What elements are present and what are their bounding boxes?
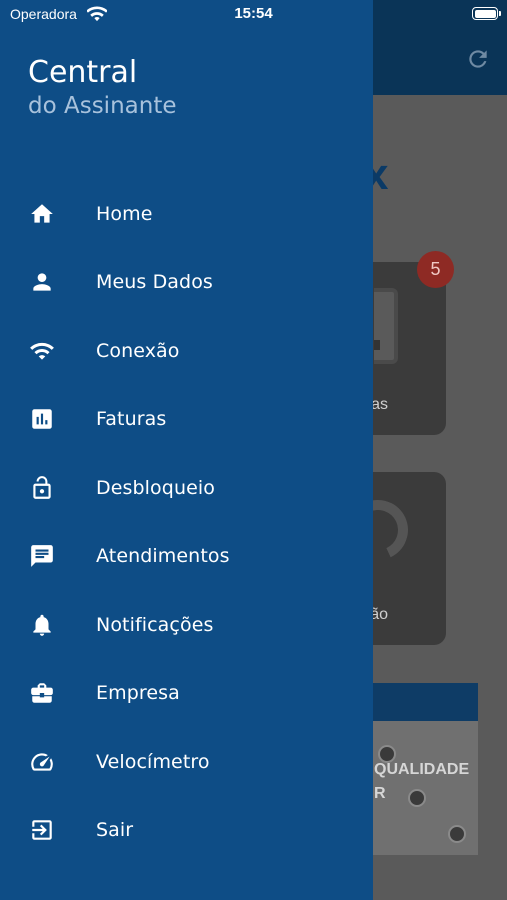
menu-item-label: Faturas <box>96 408 167 430</box>
banner-pin-icon <box>448 825 466 843</box>
person-icon <box>28 268 56 296</box>
unlock-icon <box>28 474 56 502</box>
drawer-subtitle: do Assinante <box>28 93 177 119</box>
menu-item-faturas[interactable]: Faturas <box>0 387 373 451</box>
logout-icon <box>28 816 56 844</box>
battery-tip <box>499 11 501 16</box>
menu-item-label: Conexão <box>96 340 180 362</box>
menu-item-meus-dados[interactable]: Meus Dados <box>0 250 373 314</box>
menu-item-label: Home <box>96 203 153 225</box>
banner-text: R <box>374 785 386 802</box>
menu-item-notificacoes[interactable]: Notificações <box>0 593 373 657</box>
menu-item-label: Desbloqueio <box>96 477 215 499</box>
menu-item-atendimentos[interactable]: Atendimentos <box>0 524 373 588</box>
speedometer-icon <box>28 748 56 776</box>
menu-item-label: Atendimentos <box>96 545 230 567</box>
status-bar: Operadora 15:54 <box>0 0 507 30</box>
menu-item-desbloqueio[interactable]: Desbloqueio <box>0 456 373 520</box>
navigation-drawer: Central do Assinante Home Meus Dados Con… <box>0 0 373 900</box>
chart-icon <box>28 405 56 433</box>
banner-text: QUALIDADE <box>374 761 470 778</box>
bell-icon <box>28 611 56 639</box>
home-icon <box>28 200 56 228</box>
menu-item-label: Meus Dados <box>96 271 213 293</box>
notification-badge: 5 <box>417 251 454 288</box>
refresh-icon[interactable] <box>465 46 491 72</box>
battery-icon <box>472 7 498 20</box>
menu-item-label: Sair <box>96 819 134 841</box>
document-icon <box>374 288 398 364</box>
menu-item-label: Empresa <box>96 682 180 704</box>
menu-item-empresa[interactable]: Empresa <box>0 661 373 725</box>
drawer-title: Central <box>28 55 138 90</box>
menu-item-home[interactable]: Home <box>0 182 373 246</box>
wifi-icon <box>28 337 56 365</box>
menu-item-label: Velocímetro <box>96 751 210 773</box>
briefcase-icon <box>28 679 56 707</box>
menu-item-velocimetro[interactable]: Velocímetro <box>0 730 373 794</box>
chat-icon <box>28 542 56 570</box>
menu-item-label: Notificações <box>96 614 214 636</box>
banner-pin-icon <box>408 789 426 807</box>
clock: 15:54 <box>234 5 273 22</box>
menu-item-sair[interactable]: Sair <box>0 798 373 862</box>
menu-item-conexao[interactable]: Conexão <box>0 319 373 383</box>
